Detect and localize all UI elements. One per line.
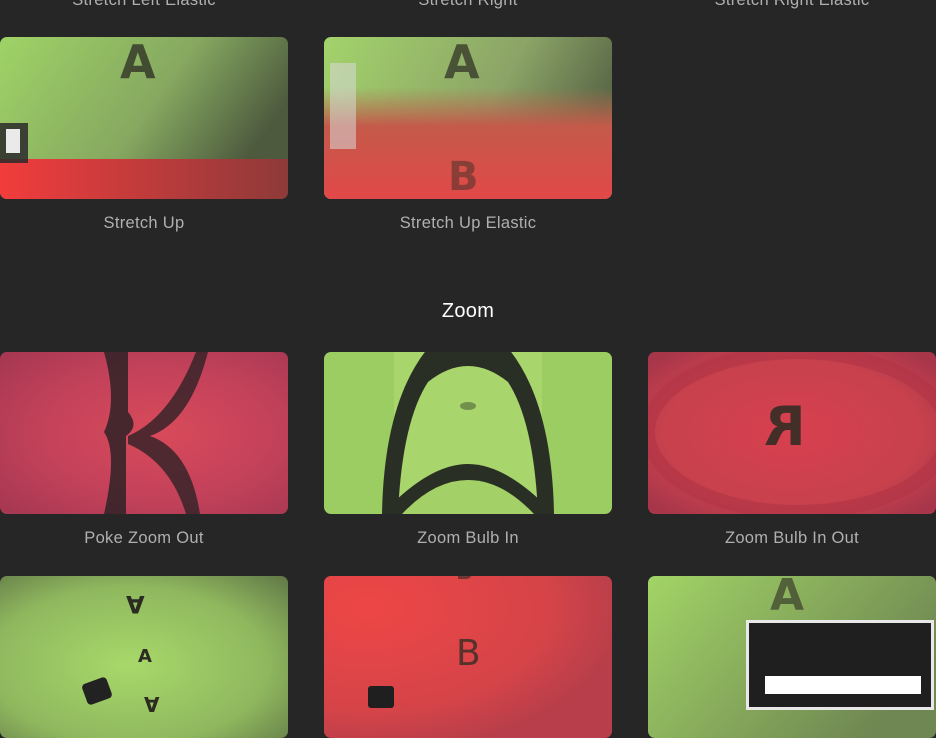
watermark-url — [765, 676, 921, 694]
thumbnail-zoom-row2-2[interactable]: B B — [324, 576, 612, 738]
thumbnail-zoom-row2-1[interactable]: A A A — [0, 576, 288, 738]
letter-a-glyph: A — [126, 590, 145, 618]
letter-a-glyph: A — [120, 37, 156, 89]
caption-zoom-bulb-in-out: Zoom Bulb In Out — [724, 529, 860, 547]
thumbnail-zoom-bulb-in-out[interactable]: R — [648, 352, 936, 514]
thumbnail-stretch-up[interactable]: A — [0, 37, 288, 199]
letter-a-glyph: A — [770, 576, 805, 621]
caption-stretch-up: Stretch Up — [103, 214, 185, 232]
caption-zoom-bulb-in: Zoom Bulb In — [417, 529, 519, 547]
watermark-logo — [746, 620, 934, 710]
top-caption-2: Stretch Right — [418, 0, 518, 9]
letter-b-glyph: B — [456, 576, 473, 584]
letter-a-glyph: A — [144, 692, 160, 716]
zoom-bulb-in-preview — [324, 352, 612, 514]
letter-b-glyph: B — [456, 633, 481, 674]
letter-a-glyph: A — [138, 646, 152, 667]
letter-r-glyph: R — [764, 395, 806, 458]
thumbnail-stretch-up-elastic[interactable]: A B — [324, 37, 612, 199]
top-caption-1: Stretch Left Elastic — [72, 0, 216, 9]
thumbnail-zoom-bulb-in[interactable] — [324, 352, 612, 514]
caption-poke-zoom-out: Poke Zoom Out — [84, 529, 204, 547]
caption-stretch-up-elastic: Stretch Up Elastic — [399, 214, 537, 232]
letter-b-glyph: B — [448, 154, 479, 199]
top-caption-3: Stretch Right Elastic — [714, 0, 870, 9]
poke-zoom-out-preview — [0, 352, 288, 514]
thumbnail-poke-zoom-out[interactable] — [0, 352, 288, 514]
section-title-zoom: Zoom — [441, 300, 495, 322]
letter-a-glyph: A — [444, 37, 480, 89]
